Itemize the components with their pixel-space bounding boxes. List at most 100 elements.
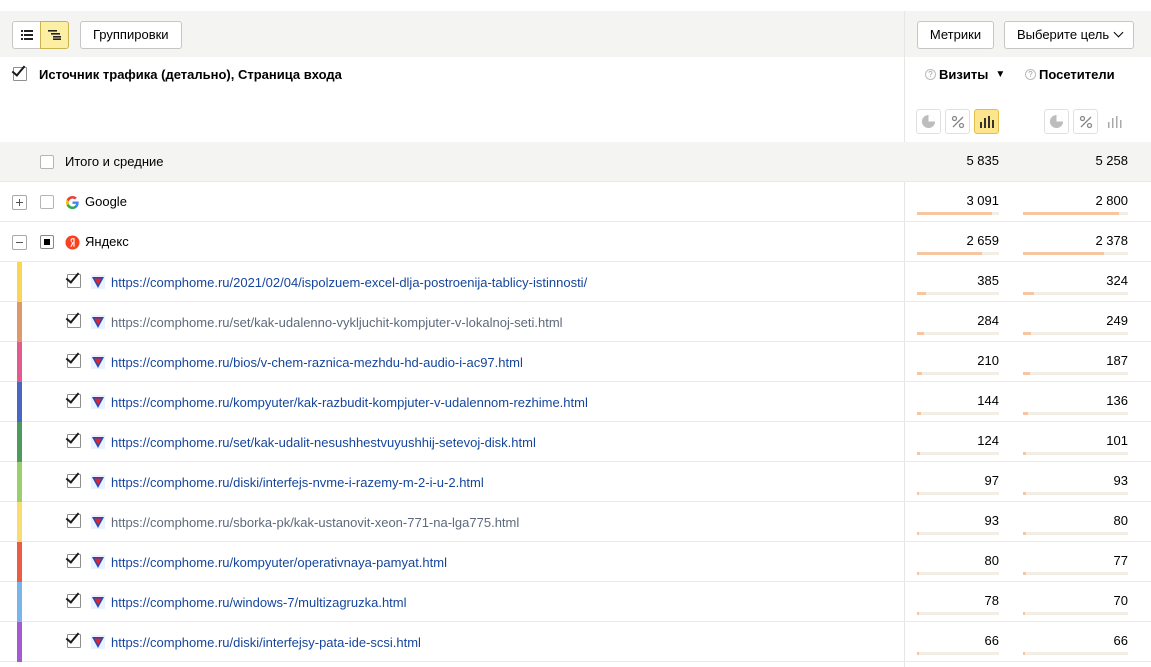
row-checkbox[interactable]: [65, 469, 81, 488]
visits-bar: [917, 412, 999, 415]
row-checkbox[interactable]: [65, 429, 81, 448]
visitors-value: 66: [1113, 633, 1128, 648]
check-icon: [65, 509, 80, 524]
landing-page-link[interactable]: https://comphome.ru/diski/interfejsy-pat…: [111, 635, 421, 650]
visits-pie-mode-button[interactable]: [916, 109, 941, 134]
visits-bar-fill: [917, 252, 982, 255]
check-icon: [65, 309, 80, 324]
landing-page-link[interactable]: https://comphome.ru/set/kak-udalenno-vyk…: [111, 315, 563, 330]
visitors-value: 80: [1113, 513, 1128, 528]
metrics-button[interactable]: Метрики: [917, 21, 994, 49]
visits-percent-mode-button[interactable]: [945, 109, 970, 134]
check-icon: [65, 629, 80, 644]
pie-chart-icon: [1049, 114, 1064, 129]
site-favicon-icon: [91, 355, 105, 369]
visits-bar-fill: [917, 292, 927, 295]
totals-checkbox[interactable]: [40, 155, 54, 169]
source-label[interactable]: Яндекс: [85, 234, 129, 249]
visitors-value: 93: [1113, 473, 1128, 488]
row-checkbox[interactable]: [65, 629, 81, 648]
google-icon: [65, 195, 79, 210]
visits-bar-mode-button[interactable]: [974, 109, 999, 134]
toolbar: Группировки Метрики Выберите цель: [0, 11, 1151, 57]
source-label[interactable]: Google: [85, 194, 127, 209]
view-list-button[interactable]: [12, 21, 41, 49]
row-checkbox[interactable]: [65, 549, 81, 568]
collapse-button[interactable]: [12, 235, 27, 250]
landing-page-link[interactable]: https://comphome.ru/kompyuter/operativna…: [111, 555, 447, 570]
site-favicon-icon: [91, 555, 105, 569]
column-header-visitors[interactable]: ? Посетители: [1025, 67, 1115, 82]
visits-bar: [917, 372, 999, 375]
visits-bar-fill: [917, 452, 920, 455]
series-color-stripe: [17, 262, 22, 302]
visits-bar: [917, 212, 999, 215]
visitors-bar-fill: [1023, 492, 1027, 495]
row-checkbox[interactable]: [65, 269, 81, 288]
series-color-stripe: [17, 462, 22, 502]
chevron-down-icon: [1113, 27, 1124, 38]
visits-bar: [917, 492, 999, 495]
yandex-icon: [65, 235, 80, 250]
row-checkbox[interactable]: [65, 349, 81, 368]
row-checkbox[interactable]: [65, 589, 81, 608]
landing-page-link[interactable]: https://comphome.ru/sborka-pk/kak-ustano…: [111, 515, 519, 530]
landing-page-link[interactable]: https://comphome.ru/diski/interfejs-nvme…: [111, 475, 484, 490]
visitors-bar-fill: [1023, 252, 1105, 255]
table-row: https://comphome.ru/diski/interfejs-nvme…: [0, 462, 1151, 502]
help-icon[interactable]: ?: [1025, 69, 1036, 80]
visits-bar: [917, 292, 999, 295]
landing-page-link[interactable]: https://comphome.ru/windows-7/multizagru…: [111, 595, 407, 610]
landing-page-link[interactable]: https://comphome.ru/set/kak-udalit-nesus…: [111, 435, 536, 450]
visits-value: 385: [977, 273, 999, 288]
totals-visits: 5 835: [966, 153, 999, 168]
help-icon[interactable]: ?: [925, 69, 936, 80]
visitors-pie-mode-button[interactable]: [1044, 109, 1069, 134]
percent-icon: [951, 115, 964, 128]
landing-page-link[interactable]: https://comphome.ru/bios/v-chem-raznica-…: [111, 355, 523, 370]
series-color-stripe: [17, 342, 22, 382]
visits-value: 78: [984, 593, 999, 608]
visitors-bar-fill: [1023, 212, 1119, 215]
visits-bar-fill: [917, 332, 924, 335]
row-checkbox[interactable]: [65, 309, 81, 328]
visitors-percent-mode-button[interactable]: [1073, 109, 1098, 134]
visits-bar: [917, 452, 999, 455]
visitors-bar-mode-button[interactable]: [1102, 109, 1127, 134]
site-favicon-icon: [91, 635, 105, 649]
visitors-bar-fill: [1023, 412, 1028, 415]
landing-page-link[interactable]: https://comphome.ru/kompyuter/kak-razbud…: [111, 395, 588, 410]
visitors-value: 187: [1106, 353, 1128, 368]
visits-value: 124: [977, 433, 999, 448]
column-header-visits[interactable]: ? Визиты ▼: [925, 67, 1005, 82]
visits-value: 93: [984, 513, 999, 528]
column-header-visitors-label: Посетители: [1039, 67, 1115, 82]
visits-bar: [917, 252, 999, 255]
visits-bar: [917, 572, 999, 575]
expand-button[interactable]: [12, 195, 27, 210]
visitors-bar: [1023, 652, 1128, 655]
table-row: Яндекс 2 659 2 378: [0, 222, 1151, 262]
goal-select-label: Выберите цель: [1017, 27, 1110, 42]
visitors-value: 2 800: [1095, 193, 1128, 208]
check-icon: [65, 269, 80, 284]
visitors-bar: [1023, 532, 1128, 535]
table-row: https://comphome.ru/set/kak-udalenno-vyk…: [0, 302, 1151, 342]
table-row: https://comphome.ru/set/kak-udalit-nesus…: [0, 422, 1151, 462]
visits-value: 210: [977, 353, 999, 368]
visitors-value: 70: [1113, 593, 1128, 608]
view-tree-button[interactable]: [40, 21, 69, 49]
goal-select[interactable]: Выберите цель: [1004, 21, 1134, 49]
landing-page-link[interactable]: https://comphome.ru/2021/02/04/ispolzuem…: [111, 275, 587, 290]
row-checkbox[interactable]: [40, 195, 54, 209]
header-checkbox[interactable]: [11, 62, 27, 81]
site-favicon-icon: [91, 275, 105, 289]
row-checkbox[interactable]: [65, 509, 81, 528]
check-icon: [65, 429, 80, 444]
visits-bar-fill: [917, 212, 992, 215]
row-checkbox[interactable]: [40, 235, 54, 249]
groupings-button[interactable]: Группировки: [80, 21, 182, 49]
list-icon: [20, 30, 33, 40]
row-checkbox[interactable]: [65, 389, 81, 408]
series-color-stripe: [17, 422, 22, 462]
